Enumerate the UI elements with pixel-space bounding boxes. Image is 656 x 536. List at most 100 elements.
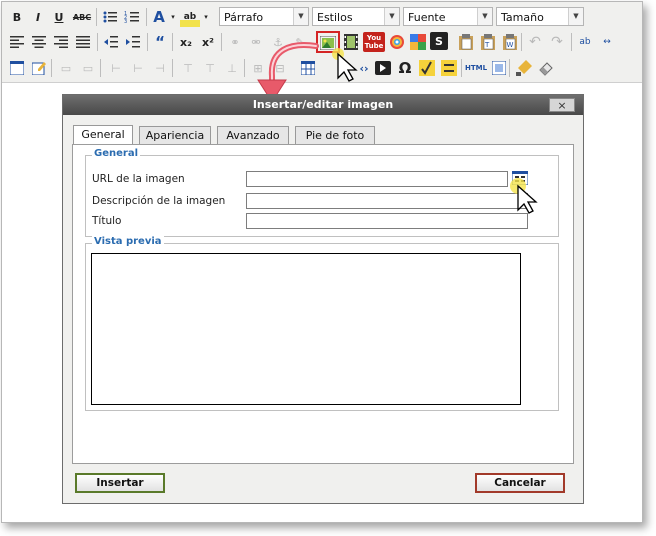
bullet-list-icon	[103, 11, 117, 23]
editor-toolbar: B I U ABC 123 A ▾ ab ▾ Párrafo ▼ Estilos ▼…	[2, 2, 642, 83]
dialog-title: Insertar/editar imagen	[63, 95, 583, 115]
highlight-color-button[interactable]: ab	[180, 7, 200, 27]
align-right-button[interactable]	[51, 32, 71, 52]
special-char-button[interactable]: Ω	[395, 58, 415, 78]
toolbar-separator	[147, 33, 148, 51]
html-source-button[interactable]: HTML	[464, 58, 488, 78]
tab-general[interactable]: General	[73, 125, 133, 145]
numbered-list-button[interactable]: 123	[122, 7, 142, 27]
format-select[interactable]: Párrafo ▼	[219, 7, 309, 26]
insert-formula-button[interactable]	[417, 58, 437, 78]
paste-text-button[interactable]: T	[478, 32, 498, 52]
tab-apariencia[interactable]: Apariencia	[139, 126, 211, 144]
align-center-icon	[32, 36, 46, 48]
description-label: Descripción de la imagen	[92, 195, 226, 207]
align-justify-icon	[76, 36, 90, 48]
horizontal-rule-button[interactable]	[439, 58, 459, 78]
font-select-value: Fuente	[408, 11, 446, 24]
close-button[interactable]: ×	[549, 98, 575, 112]
paste-icon	[459, 34, 473, 50]
editor-frame: B I U ABC 123 A ▾ ab ▾ Párrafo ▼ Estilos ▼…	[1, 1, 643, 523]
numbered-list-icon: 123	[124, 11, 139, 24]
outdent-button[interactable]	[101, 32, 121, 52]
description-input[interactable]	[246, 193, 528, 209]
replace-button[interactable]: ↔	[597, 32, 617, 52]
font-select[interactable]: Fuente ▼	[403, 7, 493, 26]
toolbar-separator	[100, 59, 101, 77]
cancel-button[interactable]: Cancelar	[475, 473, 565, 493]
indent-icon	[126, 36, 140, 48]
browse-cursor-icon	[510, 178, 538, 214]
text-color-dropdown[interactable]: ▾	[168, 7, 178, 27]
url-input[interactable]	[246, 171, 508, 187]
underline-button[interactable]: U	[49, 7, 69, 27]
subscript-button[interactable]: x₂	[176, 32, 196, 52]
tab-avanzado[interactable]: Avanzado	[217, 126, 289, 144]
tab-panel: General URL de la imagen Descripción de …	[72, 144, 574, 464]
align-justify-button[interactable]	[73, 32, 93, 52]
format-painter-button[interactable]	[514, 58, 534, 78]
link-button[interactable]: ⚭	[225, 32, 245, 52]
picasa-button[interactable]	[387, 32, 407, 52]
delete-col-button[interactable]: ⊥	[222, 58, 242, 78]
bold-button[interactable]: B	[7, 7, 27, 27]
outdent-icon	[104, 36, 118, 48]
toolbar-separator	[172, 59, 173, 77]
col-before-button[interactable]: ⊤	[178, 58, 198, 78]
toolbar-separator	[509, 59, 510, 77]
indent-button[interactable]	[123, 32, 143, 52]
formula-icon	[419, 60, 435, 76]
styles-select[interactable]: Estilos ▼	[312, 7, 400, 26]
insert-row-before-button[interactable]: ▭	[56, 58, 76, 78]
toolbar-separator	[97, 33, 98, 51]
strikethrough-button[interactable]: ABC	[72, 7, 92, 27]
styles-select-value: Estilos	[317, 11, 353, 24]
svg-text:W: W	[507, 41, 514, 49]
toolbar-separator	[96, 8, 97, 26]
highlight-color-dropdown[interactable]: ▾	[201, 7, 211, 27]
cell-props-button[interactable]: ⊢	[106, 58, 126, 78]
text-color-button[interactable]: A	[149, 7, 169, 27]
row-props-button[interactable]: ⊢	[128, 58, 148, 78]
insert-row-after-button[interactable]: ▭	[78, 58, 98, 78]
toolbar-separator	[172, 33, 173, 51]
find-button[interactable]: ab	[575, 32, 595, 52]
toggle-toolbar-button[interactable]	[7, 58, 27, 78]
align-left-button[interactable]	[7, 32, 27, 52]
format-select-value: Párrafo	[224, 11, 264, 24]
align-right-icon	[54, 36, 68, 48]
preview-fieldset: Vista previa	[85, 236, 559, 411]
toolbar-separator	[146, 8, 147, 26]
gadget-button[interactable]	[408, 32, 428, 52]
hr-icon	[441, 60, 457, 76]
youtube-button[interactable]: You Tube	[363, 32, 385, 52]
preview-legend: Vista previa	[92, 236, 164, 247]
edit-css-button[interactable]	[29, 58, 49, 78]
general-fieldset: General URL de la imagen Descripción de …	[85, 148, 559, 237]
svg-text:T: T	[484, 41, 490, 49]
paste-button[interactable]	[456, 32, 476, 52]
window-icon	[10, 61, 24, 75]
title-input[interactable]	[246, 213, 528, 229]
paste-word-button[interactable]: W	[500, 32, 520, 52]
insert-video-tag-button[interactable]	[373, 58, 393, 78]
redo-button[interactable]: ↷	[547, 32, 567, 52]
toolbar-separator	[521, 33, 522, 51]
undo-button[interactable]: ↶	[525, 32, 545, 52]
delete-row-button[interactable]: ⊣	[150, 58, 170, 78]
scribd-button[interactable]: S	[430, 32, 448, 50]
bullet-list-button[interactable]	[100, 7, 120, 27]
image-preview	[91, 253, 521, 405]
blockquote-button[interactable]: “	[150, 32, 170, 52]
superscript-button[interactable]: x²	[198, 32, 218, 52]
tab-pie-de-foto[interactable]: Pie de foto	[295, 126, 375, 144]
fullscreen-button[interactable]	[489, 58, 509, 78]
size-select[interactable]: Tamaño ▼	[496, 7, 584, 26]
brush-icon	[516, 60, 532, 76]
insert-button[interactable]: Insertar	[75, 473, 165, 493]
remove-format-button[interactable]	[536, 58, 556, 78]
puzzle-icon	[410, 34, 426, 50]
align-center-button[interactable]	[29, 32, 49, 52]
col-after-button[interactable]: ⊤	[200, 58, 220, 78]
italic-button[interactable]: I	[28, 7, 48, 27]
